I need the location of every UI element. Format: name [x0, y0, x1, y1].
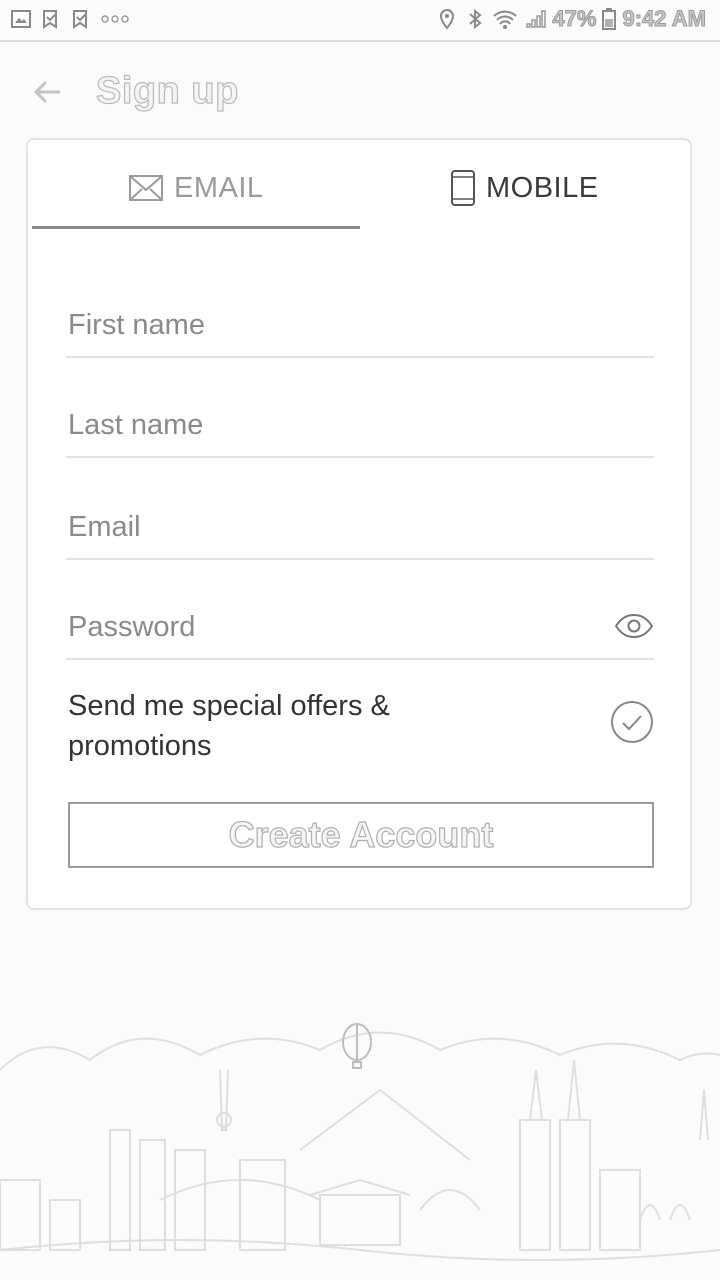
tab-email[interactable]: EMAIL — [128, 168, 264, 208]
clock: 9:42 AM — [622, 6, 707, 32]
envelope-icon — [129, 175, 163, 201]
tab-mobile-label: MOBILE — [486, 171, 599, 204]
check-circle-icon[interactable] — [610, 700, 654, 744]
email-field — [66, 498, 654, 560]
first-name-field — [66, 296, 654, 358]
first-name-input[interactable] — [68, 296, 608, 354]
eye-icon[interactable] — [614, 612, 654, 640]
signal-icon — [526, 10, 547, 28]
email-input[interactable] — [68, 498, 608, 556]
task-check-icon — [43, 10, 57, 29]
tab-mobile[interactable]: MOBILE — [450, 168, 599, 208]
notification-icons — [10, 8, 130, 30]
offers-label: Send me special offers & promotions — [68, 690, 390, 762]
password-input[interactable] — [68, 598, 608, 656]
header: Sign up — [0, 60, 720, 130]
phone-icon — [451, 170, 475, 206]
page-title: Sign up — [95, 69, 239, 112]
balloon-icon — [342, 1023, 372, 1069]
selected-tab-indicator — [32, 226, 360, 229]
system-status: 47% 9:42 AM — [436, 6, 706, 32]
city-skyline-illustration — [0, 1023, 720, 1261]
last-name-input[interactable] — [68, 396, 608, 454]
bluetooth-icon — [469, 8, 482, 30]
wifi-icon — [493, 10, 518, 29]
status-bar: 47% 9:42 AM — [0, 0, 720, 42]
last-name-field — [66, 396, 654, 458]
back-arrow-icon[interactable] — [30, 74, 66, 110]
battery-icon — [602, 8, 617, 30]
task-check-icon — [73, 10, 87, 29]
location-icon — [440, 8, 455, 30]
create-account-button[interactable]: Create Account — [68, 802, 654, 868]
gallery-icon — [11, 10, 31, 28]
signup-card: EMAIL MOBILE Send me special offers & pr… — [26, 138, 692, 910]
offers-opt-in: Send me special offers & promotions — [66, 684, 654, 768]
tab-email-label: EMAIL — [174, 171, 264, 204]
battery-percent: 47% — [552, 6, 597, 32]
signup-method-tabs: EMAIL MOBILE — [28, 140, 690, 232]
more-notifications-icon — [101, 15, 129, 23]
password-field — [66, 598, 654, 660]
